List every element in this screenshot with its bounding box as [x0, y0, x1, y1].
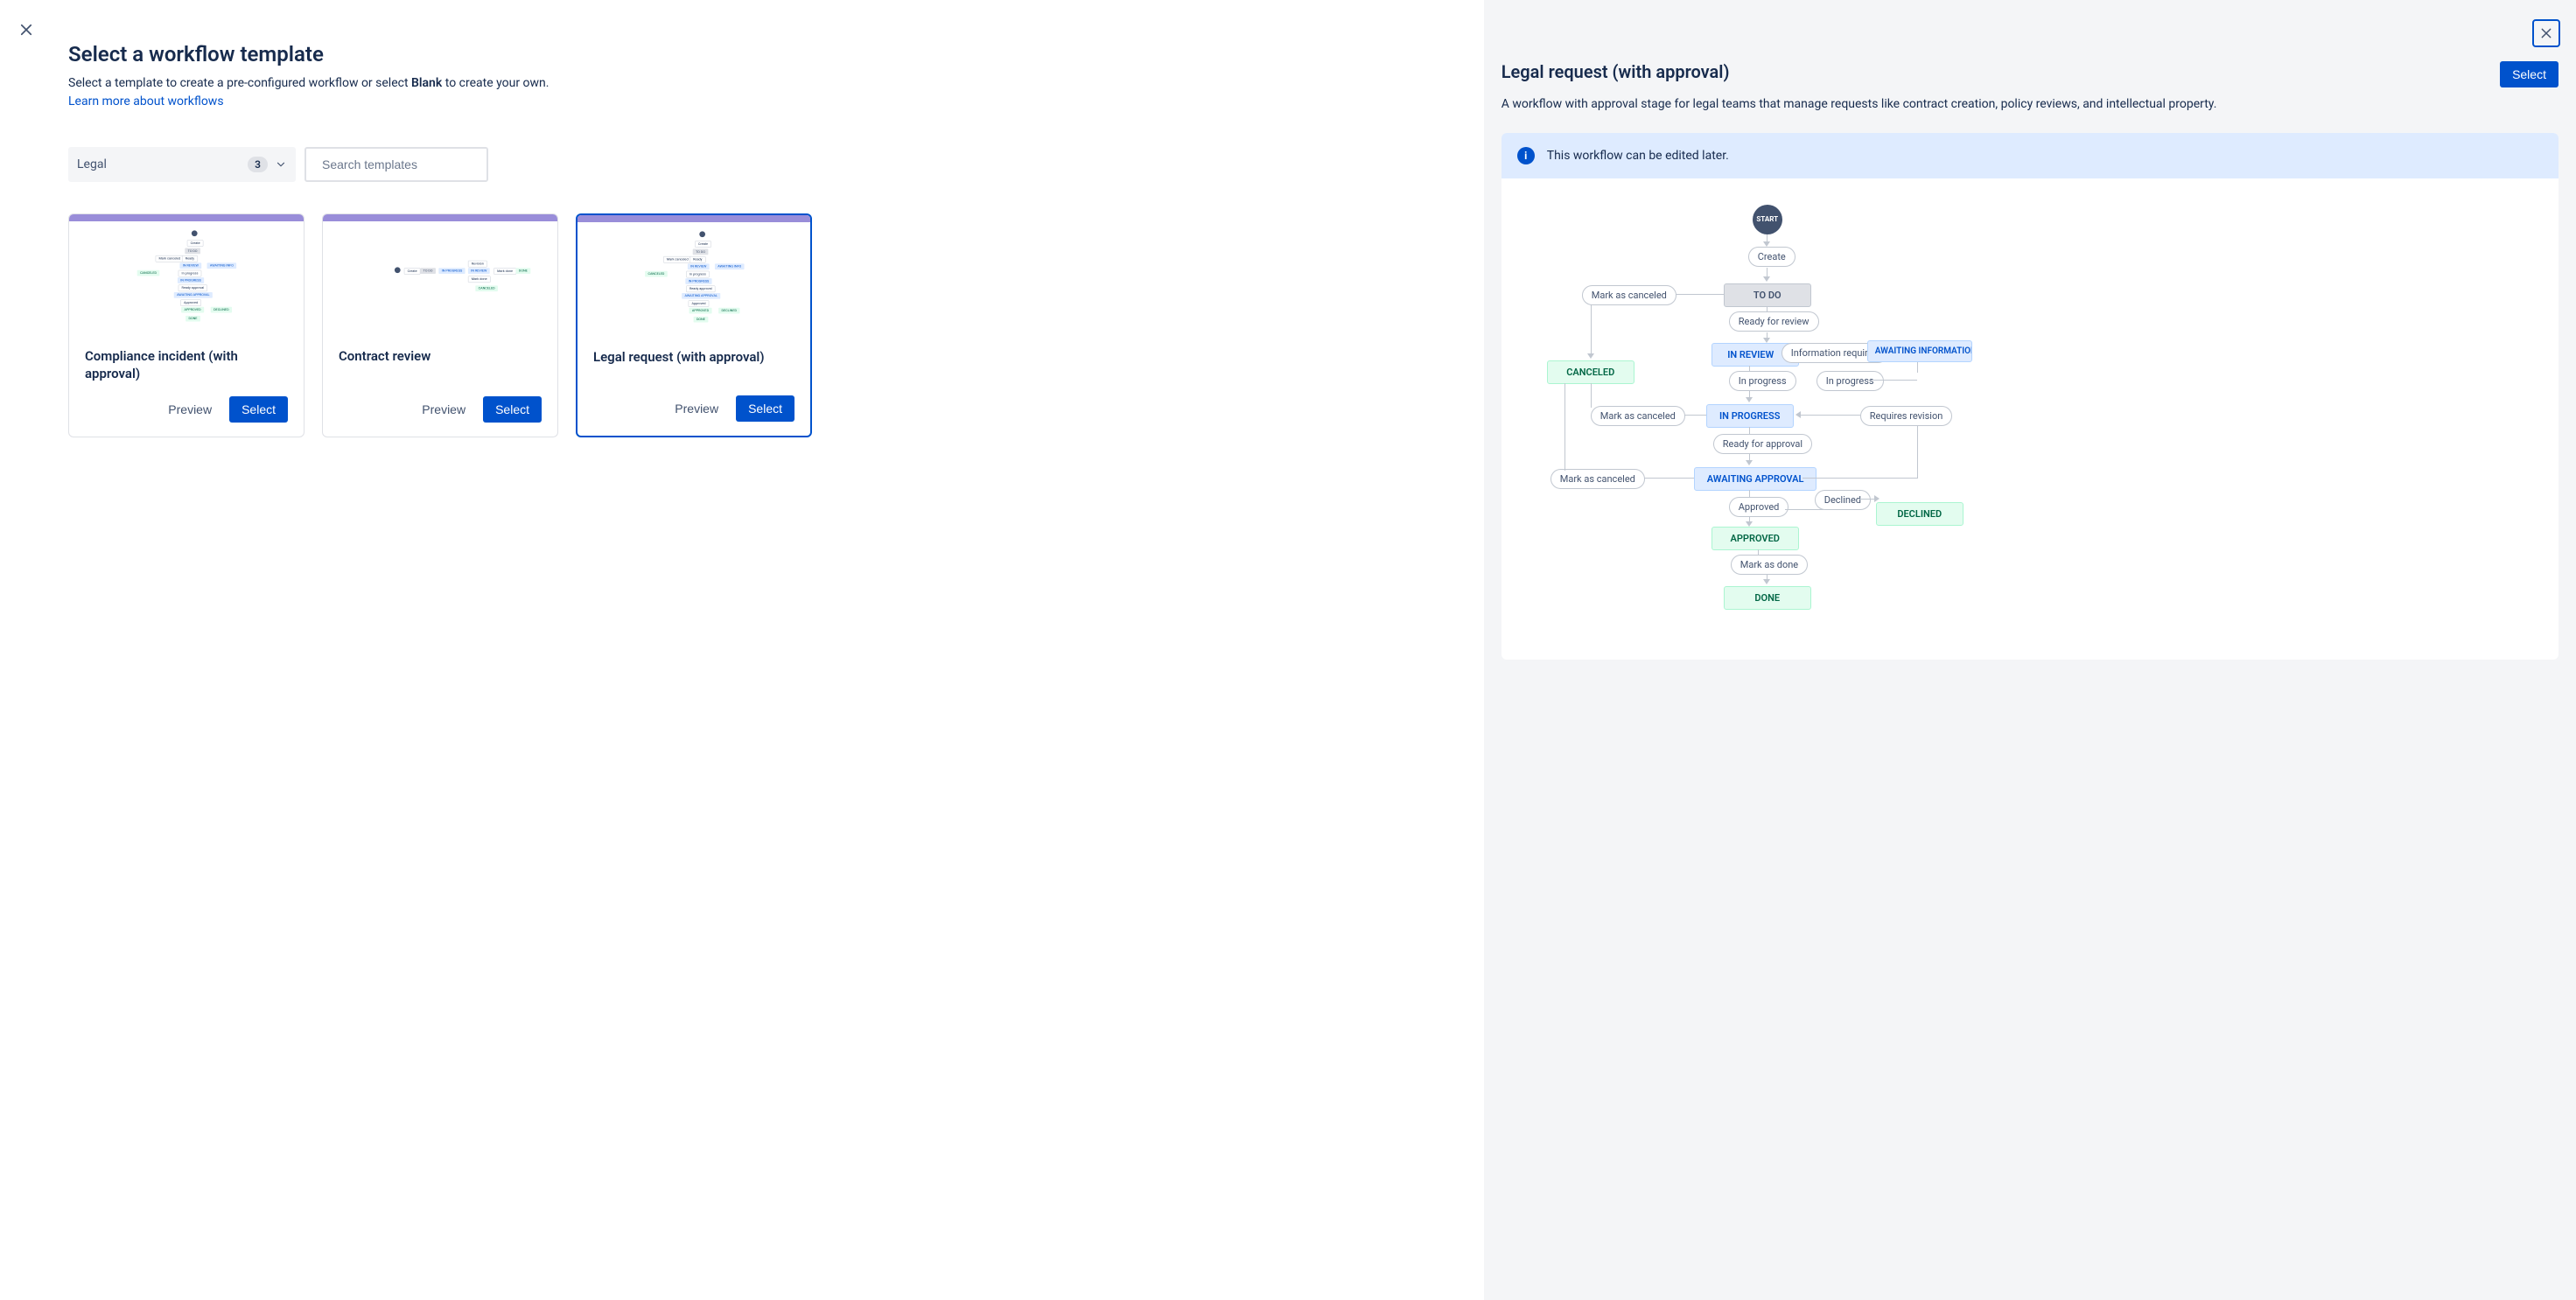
detail-select-button[interactable]: Select: [2500, 61, 2558, 87]
template-card-legal-request: Create TO DO Mark canceled Ready AWAITIN…: [576, 213, 812, 438]
filter-count: 3: [248, 157, 268, 172]
page-subtitle: Select a template to create a pre-config…: [68, 75, 1416, 93]
card-preview: Create TO DO Mark canceled Ready AWAITIN…: [69, 221, 304, 335]
preview-button[interactable]: Preview: [666, 395, 727, 422]
flow-transition-mark-done: Mark as done: [1731, 555, 1808, 575]
filter-label: Legal: [77, 157, 107, 171]
card-title: Contract review: [339, 347, 542, 365]
close-icon: [18, 22, 34, 38]
flow-state-declined: DECLINED: [1876, 502, 1964, 526]
detail-header: Legal request (with approval) Select: [1502, 61, 2558, 87]
select-button[interactable]: Select: [736, 395, 794, 422]
chevron-down-icon: [275, 158, 287, 171]
flow-state-todo: TO DO: [1724, 283, 1811, 307]
search-box[interactable]: [304, 147, 488, 182]
card-accent: [578, 215, 810, 222]
detail-title: Legal request (with approval): [1502, 61, 1730, 82]
close-icon: [2539, 26, 2553, 40]
flow-state-awaiting-approval: AWAITING APPROVAL: [1694, 467, 1817, 491]
card-accent: [323, 214, 557, 221]
info-banner: i This workflow can be edited later.: [1502, 133, 2558, 178]
template-card-compliance: Create TO DO Mark canceled Ready AWAITIN…: [68, 213, 304, 438]
category-filter[interactable]: Legal 3: [68, 147, 296, 182]
select-button[interactable]: Select: [229, 396, 288, 423]
learn-more-link[interactable]: Learn more about workflows: [68, 94, 224, 108]
preview-button[interactable]: Preview: [159, 396, 220, 423]
workflow-diagram: START Create TO DO Mark as canceled Read…: [1519, 205, 2541, 633]
card-accent: [69, 214, 304, 221]
detail-description: A workflow with approval stage for legal…: [1502, 96, 2474, 114]
card-preview: Create TO DO Mark canceled Ready AWAITIN…: [578, 222, 810, 336]
filter-controls: Legal 3: [68, 147, 1416, 182]
page-title: Select a workflow template: [68, 42, 1416, 66]
left-panel: Select a workflow template Select a temp…: [0, 0, 1484, 1300]
close-detail-button[interactable]: [2532, 19, 2560, 47]
flow-state-awaiting-info: AWAITING INFORMATION: [1867, 340, 1972, 362]
flow-state-done: DONE: [1724, 586, 1811, 610]
flow-transition-in-progress-1: In progress: [1729, 371, 1796, 391]
flow-transition-mark-canceled-1: Mark as canceled: [1582, 285, 1676, 305]
select-button[interactable]: Select: [483, 396, 542, 423]
flow-state-in-progress: IN PROGRESS: [1706, 404, 1794, 428]
preview-button[interactable]: Preview: [413, 396, 474, 423]
flow-state-canceled: CANCELED: [1547, 360, 1634, 384]
detail-card: i This workflow can be edited later. STA…: [1502, 133, 2558, 660]
card-title: Legal request (with approval): [593, 348, 794, 366]
flow-transition-requires-revision: Requires revision: [1860, 406, 1953, 426]
close-button[interactable]: [12, 16, 40, 44]
flow-transition-declined: Declined: [1815, 490, 1871, 510]
flow-start: START: [1753, 205, 1782, 234]
flow-transition-ready-approval: Ready for approval: [1713, 434, 1812, 454]
flow-transition-mark-canceled-2: Mark as canceled: [1591, 406, 1685, 426]
right-panel: Legal request (with approval) Select A w…: [1484, 0, 2576, 1300]
template-card-contract: Create TO DO IN PROGRESS Revision IN REV…: [322, 213, 558, 438]
template-cards: Create TO DO Mark canceled Ready AWAITIN…: [68, 213, 1416, 438]
card-title: Compliance incident (with approval): [85, 347, 288, 383]
flow-transition-mark-canceled-3: Mark as canceled: [1550, 469, 1645, 489]
flow-transition-create: Create: [1748, 247, 1796, 267]
info-text: This workflow can be edited later.: [1547, 149, 1729, 163]
flow-transition-ready-review: Ready for review: [1729, 311, 1819, 332]
card-preview: Create TO DO IN PROGRESS Revision IN REV…: [323, 221, 557, 335]
flow-transition-approved: Approved: [1729, 497, 1789, 517]
info-icon: i: [1517, 147, 1535, 164]
flow-transition-in-progress-2: In progress: [1816, 371, 1884, 391]
flow-state-approved: APPROVED: [1712, 527, 1799, 550]
search-input[interactable]: [322, 157, 480, 171]
